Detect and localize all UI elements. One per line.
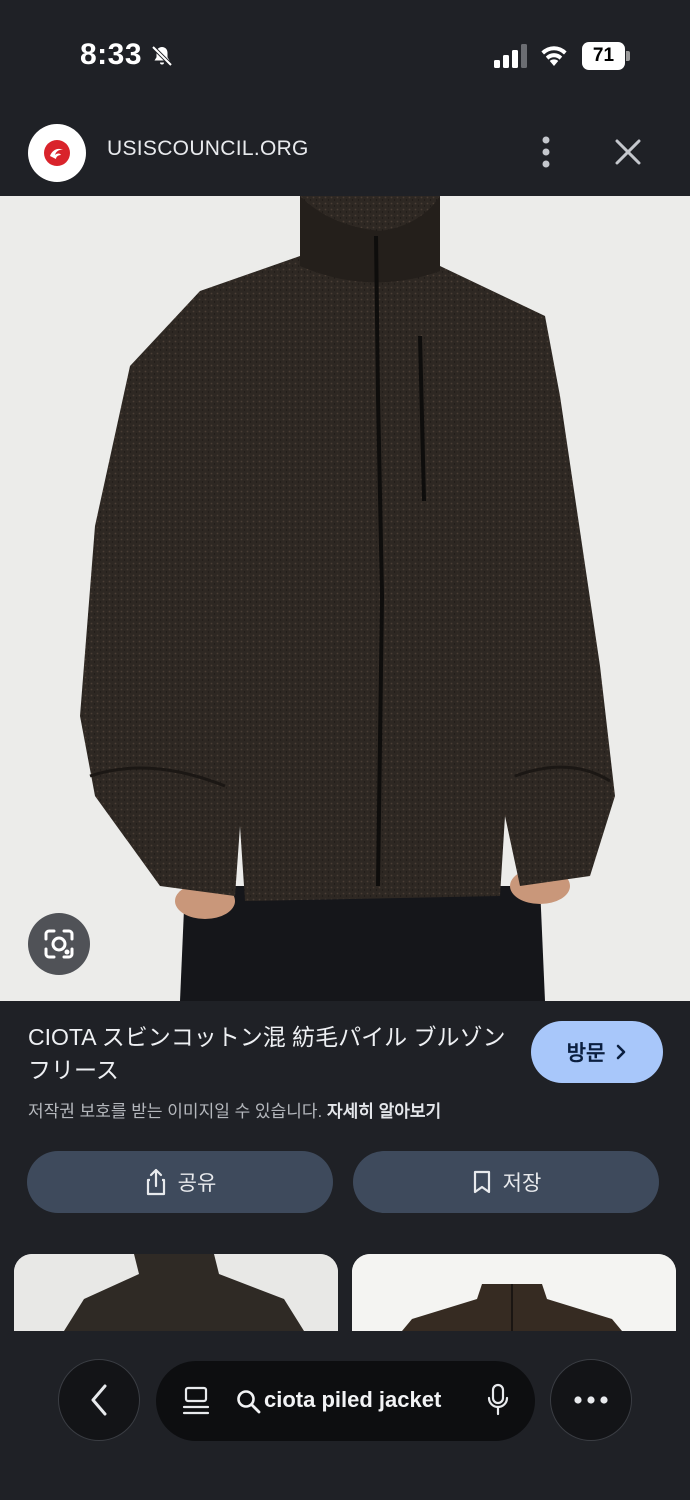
visit-button[interactable]: 방문 — [531, 1021, 663, 1083]
close-icon[interactable] — [606, 132, 650, 172]
share-icon — [146, 1168, 165, 1196]
related-image-2[interactable] — [352, 1254, 676, 1331]
more-vertical-icon[interactable] — [528, 132, 564, 172]
related-jacket-thumbnail — [352, 1254, 676, 1331]
battery-tip — [626, 51, 630, 61]
jacket-illustration — [0, 196, 690, 1001]
save-button[interactable]: 저장 — [353, 1151, 659, 1213]
search-query[interactable]: ciota piled jacket — [264, 1387, 441, 1413]
share-label: 공유 — [177, 1172, 217, 1195]
more-horizontal-icon — [574, 1396, 608, 1404]
share-button[interactable]: 공유 — [27, 1151, 333, 1213]
cellular-signal-icon — [494, 44, 527, 68]
status-bar: 8:33 71 — [0, 0, 690, 110]
google-lens-button[interactable] — [28, 913, 90, 975]
copyright-text: 저작권 보호를 받는 이미지일 수 있습니다. — [28, 1102, 323, 1121]
site-domain[interactable]: USISCOUNCIL.ORG — [107, 137, 309, 161]
result-info-panel: CIOTA スビンコットン混 紡毛パイル ブルゾン フリース 저작권 보호를 받… — [0, 1001, 690, 1331]
site-header: USISCOUNCIL.ORG — [0, 110, 690, 196]
lens-icon — [44, 929, 74, 959]
related-jacket-thumbnail — [14, 1254, 338, 1331]
favicon-logo-icon — [44, 140, 70, 166]
related-image-1[interactable] — [14, 1254, 338, 1331]
bottom-toolbar: ciota piled jacket — [0, 1331, 690, 1500]
product-image[interactable] — [0, 196, 690, 1001]
site-favicon[interactable] — [28, 124, 86, 182]
status-time: 8:33 — [80, 38, 143, 71]
tabs-icon[interactable] — [182, 1385, 210, 1417]
search-icon — [237, 1390, 261, 1414]
battery-level: 71 — [592, 45, 615, 66]
chevron-right-icon — [617, 1044, 626, 1060]
back-button[interactable] — [58, 1359, 140, 1441]
chevron-left-icon — [91, 1384, 107, 1416]
battery-icon: 71 — [582, 42, 630, 70]
visit-label: 방문 — [566, 1042, 606, 1065]
copyright-notice: 저작권 보호를 받는 이미지일 수 있습니다. 자세히 알아보기 — [28, 1097, 441, 1122]
learn-more-link[interactable]: 자세히 알아보기 — [327, 1102, 441, 1121]
more-menu-button[interactable] — [550, 1359, 632, 1441]
result-title[interactable]: CIOTA スビンコットン混 紡毛パイル ブルゾン フリース — [28, 1021, 508, 1087]
bookmark-icon — [473, 1170, 490, 1194]
bell-slash-icon — [151, 45, 173, 67]
save-label: 저장 — [502, 1172, 542, 1195]
search-bar[interactable]: ciota piled jacket — [156, 1361, 535, 1441]
microphone-icon[interactable] — [486, 1383, 510, 1417]
wifi-icon — [541, 46, 567, 66]
